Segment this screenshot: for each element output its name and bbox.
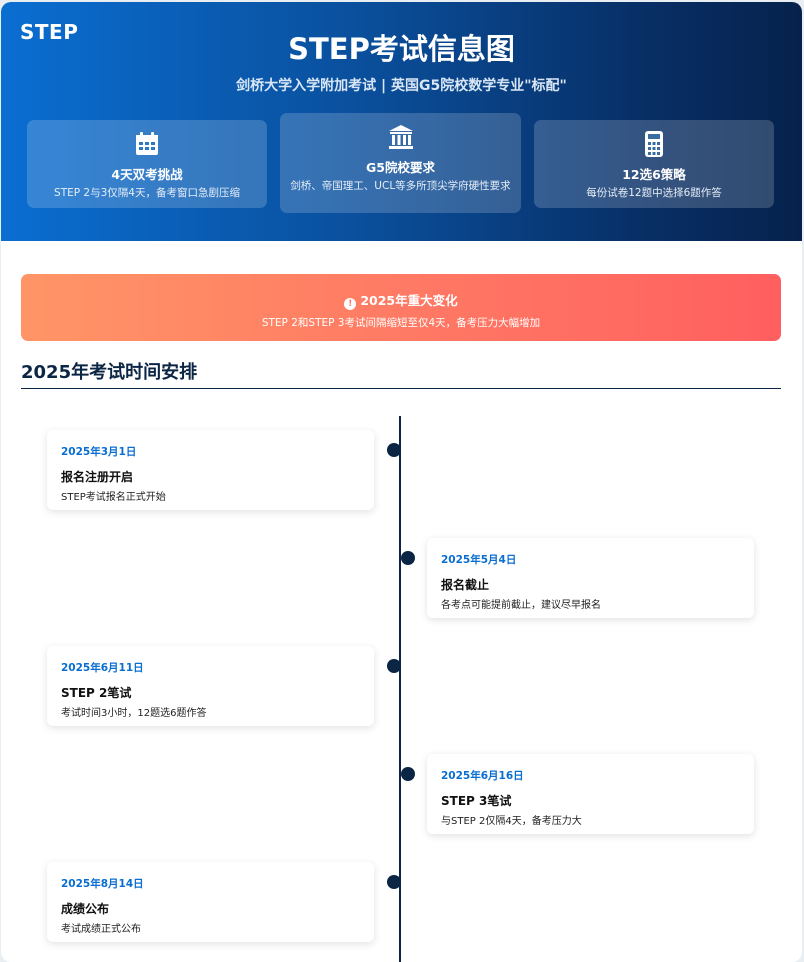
page-title: STEP考试信息图 xyxy=(288,32,515,66)
page-subtitle: 剑桥大学入学附加考试 | 英国G5院校数学专业"标配" xyxy=(236,78,567,94)
feature-title: 4天双考挑战 xyxy=(111,167,183,182)
university-icon xyxy=(388,125,413,149)
timeline-event: 2025年5月4日 报名截止 各考点可能提前截止，建议尽早报名 xyxy=(427,538,754,618)
feature-card-g5: G5院校要求 剑桥、帝国理工、UCL等多所顶尖学府硬性要求 xyxy=(280,113,521,213)
event-date: 2025年5月4日 xyxy=(441,554,517,566)
timeline-node xyxy=(401,551,415,565)
feature-title: 12选6策略 xyxy=(622,167,686,182)
timeline-event: 2025年6月11日 STEP 2笔试 考试时间3小时，12题选6题作答 xyxy=(47,646,374,726)
event-name: STEP 3笔试 xyxy=(441,794,512,808)
timeline-node xyxy=(387,443,401,457)
calculator-icon xyxy=(645,131,663,157)
event-desc: STEP考试报名正式开始 xyxy=(61,492,166,503)
feature-desc: STEP 2与3仅隔4天，备考窗口急剧压缩 xyxy=(54,187,240,199)
feature-card-strategy: 12选6策略 每份试卷12题中选择6题作答 xyxy=(534,120,774,208)
feature-card-double-exam: 4天双考挑战 STEP 2与3仅隔4天，备考窗口急剧压缩 xyxy=(27,120,267,208)
event-name: 报名注册开启 xyxy=(61,470,134,484)
timeline-node xyxy=(401,767,415,781)
alert-desc: STEP 2和STEP 3考试间隔缩短至仅4天，备考压力大幅增加 xyxy=(261,317,541,329)
calendar-icon xyxy=(136,132,158,155)
event-desc: 考试成绩正式公布 xyxy=(61,924,141,935)
event-desc: 考试时间3小时，12题选6题作答 xyxy=(61,708,207,719)
event-date: 2025年8月14日 xyxy=(61,878,144,890)
timeline-event: 2025年8月14日 成绩公布 考试成绩正式公布 xyxy=(47,862,374,942)
section-divider xyxy=(21,388,781,389)
event-name: 报名截止 xyxy=(441,578,490,592)
section-title: 2025年考试时间安排 xyxy=(21,362,198,383)
event-name: 成绩公布 xyxy=(61,902,110,916)
feature-desc: 剑桥、帝国理工、UCL等多所顶尖学府硬性要求 xyxy=(290,180,511,192)
event-date: 2025年6月11日 xyxy=(61,662,144,674)
timeline-node xyxy=(387,659,401,673)
event-date: 2025年3月1日 xyxy=(61,446,137,458)
feature-desc: 每份试卷12题中选择6题作答 xyxy=(586,187,722,199)
feature-title: G5院校要求 xyxy=(366,160,435,175)
alert-title: 2025年重大变化 xyxy=(360,293,458,308)
event-name: STEP 2笔试 xyxy=(61,686,132,700)
alert-heading: ! 2025年重大变化 xyxy=(21,290,781,310)
event-desc: 与STEP 2仅隔4天，备考压力大 xyxy=(441,816,582,827)
timeline-node xyxy=(387,875,401,889)
infographic-card: STEP STEP考试信息图 剑桥大学入学附加考试 | 英国G5院校数学专业"标… xyxy=(1,2,802,962)
header-banner: STEP STEP考试信息图 剑桥大学入学附加考试 | 英国G5院校数学专业"标… xyxy=(1,2,802,241)
timeline-event: 2025年6月16日 STEP 3笔试 与STEP 2仅隔4天，备考压力大 xyxy=(427,754,754,834)
info-icon: ! xyxy=(344,298,357,310)
alert-banner: ! 2025年重大变化 STEP 2和STEP 3考试间隔缩短至仅4天，备考压力大… xyxy=(21,274,781,341)
timeline-event: 2025年3月1日 报名注册开启 STEP考试报名正式开始 xyxy=(47,430,374,510)
event-desc: 各考点可能提前截止，建议尽早报名 xyxy=(441,600,601,611)
event-date: 2025年6月16日 xyxy=(441,770,524,782)
